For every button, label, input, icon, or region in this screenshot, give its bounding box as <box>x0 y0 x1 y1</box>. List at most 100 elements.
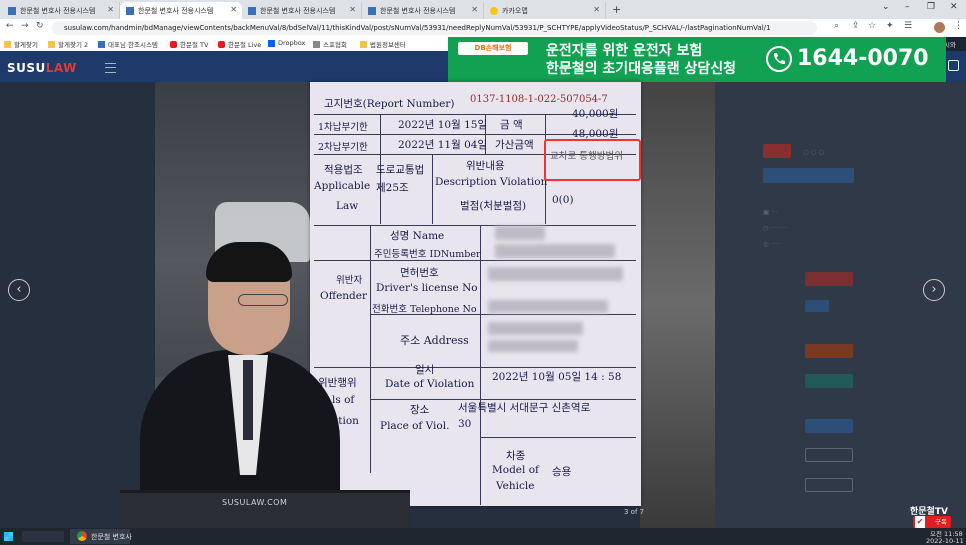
panel-text: ▣ ··· <box>763 208 778 216</box>
ticket-value: 2022년 10월 15일 <box>398 119 488 131</box>
panel-button[interactable] <box>805 272 853 286</box>
browser-tab-bar: 한문철 변호사 전용시스템 ✕ 한문철 변호사 전용시스템 ✕ 한문철 변호사 … <box>0 0 966 19</box>
browser-tab[interactable]: 한문철 변호사 전용시스템 ✕ <box>2 2 120 19</box>
panel-text: ◎ ····· <box>763 240 782 248</box>
ticket-value: 30 <box>458 418 472 430</box>
ticket-label: Description Violation <box>435 176 548 188</box>
share-icon[interactable]: ⇪ <box>852 21 860 31</box>
close-icon[interactable]: ✕ <box>230 5 237 14</box>
tab-search-icon[interactable]: ⌄ <box>882 2 890 12</box>
subscribe-button[interactable]: ✔ 구독 <box>913 516 951 528</box>
bookmark-item[interactable]: Dropbox <box>268 39 305 47</box>
bookmark-item[interactable]: 한문철 Live <box>218 39 261 49</box>
url-text: susulaw.com/handmin/bdManage/viewContent… <box>64 24 771 32</box>
close-icon[interactable]: ✕ <box>471 5 478 14</box>
profile-avatar[interactable] <box>934 22 945 33</box>
youtube-icon <box>170 40 177 48</box>
post-detail-panel: ○ ○ ○ ▣ ··· ◷ ········ ◎ ····· <box>715 82 966 528</box>
windows-start-icon[interactable] <box>4 532 13 541</box>
panel-button[interactable] <box>763 168 854 183</box>
bookmark-item[interactable]: 할게찾기 2 <box>48 39 88 49</box>
ticket-label: Model of <box>492 464 539 476</box>
panel-text: ◷ ········ <box>763 224 788 232</box>
highlight-box <box>544 139 641 181</box>
prev-arrow-icon[interactable]: ‹ <box>8 279 30 301</box>
tab-title: 카카오맵 <box>502 6 528 15</box>
reload-icon[interactable]: ↻ <box>36 21 44 31</box>
browser-tab[interactable]: 카카오맵 ✕ <box>484 2 606 19</box>
map-pin-icon <box>490 6 498 15</box>
ad-phone-number: 1644-0070 <box>797 46 929 71</box>
glasses-icon <box>238 294 288 306</box>
browser-tab-active[interactable]: 한문철 변호사 전용시스템 ✕ <box>120 2 242 19</box>
ticket-value: 0137-1108-1-022-507054-7 <box>470 94 608 105</box>
ticket-value: 제25조 <box>376 182 409 194</box>
ticket-label: 2차납부기한 <box>318 142 368 153</box>
hamburger-menu-icon[interactable] <box>105 63 116 73</box>
ticket-label: Driver's license No <box>376 282 478 294</box>
new-tab-icon[interactable]: + <box>612 3 621 16</box>
minimize-icon[interactable]: – <box>905 2 910 12</box>
phone-icon <box>766 46 792 72</box>
ticket-label: Vehicle <box>496 480 535 492</box>
reading-list-icon[interactable]: ☰ <box>904 21 912 31</box>
ad-headline: 운전자를 위한 운전자 보험 <box>546 43 703 59</box>
close-icon[interactable]: ✕ <box>593 5 600 14</box>
bookmark-item[interactable]: 한문철 TV <box>170 39 208 49</box>
ticket-value: 2022년 10월 05일 14 : 58 <box>492 371 622 383</box>
ticket-label: Offender <box>320 290 367 302</box>
bookmark-item[interactable]: 스포협회 <box>313 39 347 49</box>
ticket-label: 전화번호 Telephone No <box>372 304 477 315</box>
zoom-icon[interactable]: ⌕ <box>834 21 839 31</box>
close-icon[interactable]: ✕ <box>107 5 114 14</box>
menu-icon[interactable]: ⋮ <box>954 21 963 31</box>
bookmark-item[interactable]: 법원정보센터 <box>360 39 406 49</box>
folder-icon <box>4 40 11 48</box>
ticket-label: Law <box>336 200 359 212</box>
site-favicon-icon <box>8 6 16 15</box>
logout-icon[interactable] <box>948 60 959 71</box>
monitor-label: SUSULAW.COM <box>222 498 288 507</box>
ticket-label: 장소 <box>410 404 430 416</box>
bookmarks-bar: 할게찾기 할게찾기 2 대표님 한조시스템 한문철 TV 한문철 Live Dr… <box>0 37 448 52</box>
tab-title: 한문철 변호사 전용시스템 <box>138 6 214 15</box>
browser-tab[interactable]: 한문철 변호사 전용시스템 ✕ <box>362 2 484 19</box>
restore-icon[interactable]: ❐ <box>927 2 935 12</box>
next-arrow-icon[interactable]: › <box>923 279 945 301</box>
youtube-icon <box>218 40 225 48</box>
ticket-label: 일시 <box>415 364 435 376</box>
bookmark-star-icon[interactable]: ☆ <box>868 21 876 31</box>
subscribe-label: 구독 <box>935 518 947 526</box>
panel-badge <box>805 300 829 312</box>
search-box[interactable] <box>22 531 64 542</box>
panel-button[interactable] <box>805 374 853 388</box>
panel-button[interactable] <box>805 419 853 433</box>
ticket-value: 도로교통법 <box>376 164 425 176</box>
ticket-value: 승용 <box>552 466 572 478</box>
extensions-icon[interactable]: ✦ <box>886 21 894 31</box>
window-close-icon[interactable]: ✕ <box>950 2 958 12</box>
panel-button[interactable] <box>805 448 853 462</box>
ad-subline: 한문철의 초기대응플랜 상담신청 <box>546 61 737 77</box>
site-favicon-icon <box>313 40 320 48</box>
site-logo[interactable]: SUSULAW <box>7 61 77 75</box>
back-icon[interactable]: ← <box>6 21 14 31</box>
windows-taskbar <box>0 528 966 545</box>
address-bar[interactable]: susulaw.com/handmin/bdManage/viewContent… <box>52 21 817 35</box>
ticket-label: 위반자 <box>336 275 363 286</box>
status-badge[interactable] <box>763 144 791 158</box>
bookmark-item[interactable]: 대표님 한조시스템 <box>98 39 158 49</box>
site-favicon-icon <box>248 6 256 15</box>
browser-tab[interactable]: 한문철 변호사 전용시스템 ✕ <box>242 2 362 19</box>
bookmark-item[interactable]: 할게찾기 <box>4 39 38 49</box>
ticket-label: Applicable <box>314 180 371 192</box>
tab-title: 한문철 변호사 전용시스템 <box>380 6 456 15</box>
site-favicon-icon <box>126 6 134 15</box>
panel-button[interactable] <box>805 344 853 358</box>
tab-title: 한문철 변호사 전용시스템 <box>260 6 336 15</box>
site-favicon-icon <box>98 40 105 48</box>
ticket-value: 0(0) <box>552 194 574 206</box>
forward-icon[interactable]: → <box>21 21 29 31</box>
close-icon[interactable]: ✕ <box>349 5 356 14</box>
panel-button[interactable] <box>805 478 853 492</box>
